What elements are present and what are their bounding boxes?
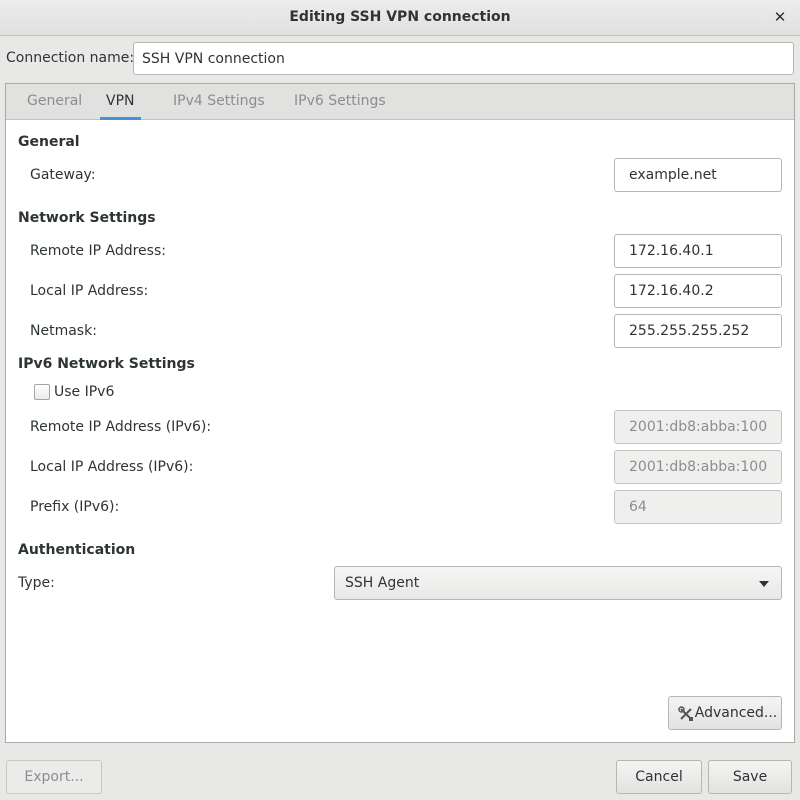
title-bar: Editing SSH VPN connection ✕ — [0, 0, 800, 36]
prefix-ipv6-label: Prefix (IPv6): — [30, 499, 120, 515]
local-ip-input[interactable] — [614, 274, 782, 308]
use-ipv6-checkbox[interactable] — [34, 384, 50, 400]
remote-ipv6-label: Remote IP Address (IPv6): — [30, 419, 212, 435]
general-heading: General — [18, 134, 80, 150]
network-settings-heading: Network Settings — [18, 210, 156, 226]
auth-type-value: SSH Agent — [345, 575, 420, 591]
netmask-label: Netmask: — [30, 323, 97, 339]
export-button[interactable]: Export... — [6, 760, 102, 794]
gateway-input[interactable] — [614, 158, 782, 192]
tab-ipv6-settings[interactable]: IPv6 Settings — [288, 84, 392, 120]
auth-type-dropdown[interactable]: SSH Agent — [334, 566, 782, 600]
close-icon[interactable]: ✕ — [770, 7, 790, 27]
settings-notebook: General VPN IPv4 Settings IPv6 Settings … — [5, 83, 795, 743]
use-ipv6-label: Use IPv6 — [54, 384, 115, 400]
tools-icon — [678, 706, 693, 721]
authentication-heading: Authentication — [18, 542, 136, 558]
local-ip-label: Local IP Address: — [30, 283, 149, 299]
prefix-ipv6-input[interactable] — [614, 490, 782, 524]
remote-ip-input[interactable] — [614, 234, 782, 268]
ipv6-settings-heading: IPv6 Network Settings — [18, 356, 195, 372]
gateway-label: Gateway: — [30, 167, 96, 183]
local-ipv6-label: Local IP Address (IPv6): — [30, 459, 194, 475]
local-ipv6-input[interactable] — [614, 450, 782, 484]
netmask-input[interactable] — [614, 314, 782, 348]
tab-general[interactable]: General — [21, 84, 88, 120]
save-button[interactable]: Save — [708, 760, 792, 794]
advanced-button-label: Advanced... — [694, 705, 778, 721]
remote-ip-label: Remote IP Address: — [30, 243, 166, 259]
connection-name-label: Connection name: — [6, 50, 135, 66]
cancel-button[interactable]: Cancel — [616, 760, 702, 794]
tab-vpn[interactable]: VPN — [100, 84, 141, 120]
tab-bar: General VPN IPv4 Settings IPv6 Settings — [6, 84, 794, 120]
tab-ipv4-settings[interactable]: IPv4 Settings — [167, 84, 271, 120]
advanced-button[interactable]: Advanced... — [668, 696, 782, 730]
remote-ipv6-input[interactable] — [614, 410, 782, 444]
dropdown-caret-icon — [759, 581, 769, 587]
window-title: Editing SSH VPN connection — [289, 9, 511, 25]
connection-name-input[interactable] — [133, 42, 794, 75]
auth-type-label: Type: — [18, 575, 55, 591]
